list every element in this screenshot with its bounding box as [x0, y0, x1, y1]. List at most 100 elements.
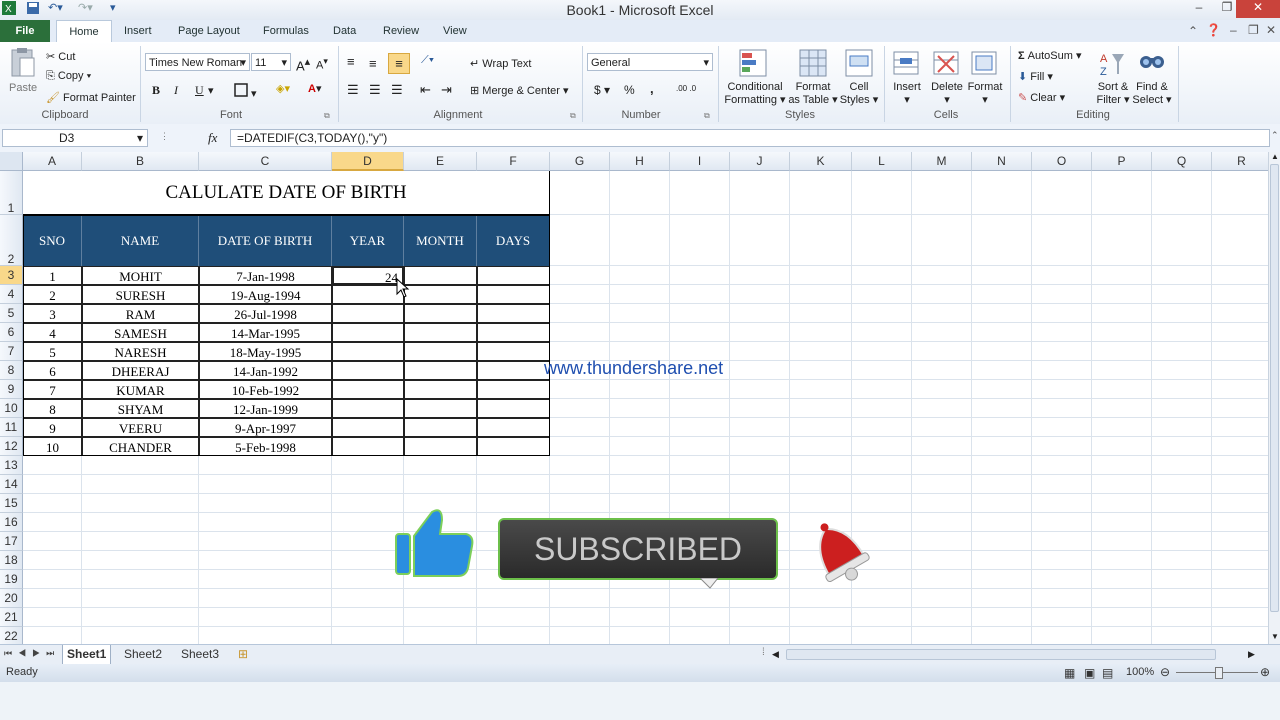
font-dialog-launcher-icon[interactable]: ⧉: [324, 111, 330, 121]
table-cell[interactable]: CHANDER: [82, 437, 199, 456]
worksheet-grid[interactable]: ABCDEFGHIJKLMNOPQR 1 2 3 4 5 6 7 8 9 10 11 12 13 14 15…: [0, 152, 1268, 644]
align-right-icon[interactable]: ☰: [391, 82, 403, 98]
align-middle-icon[interactable]: ≡: [369, 56, 377, 71]
bold-button[interactable]: B: [152, 83, 160, 98]
font-size-select[interactable]: 11 ▾: [251, 53, 291, 71]
decrease-indent-icon[interactable]: ⇤: [420, 82, 431, 98]
alignment-dialog-launcher-icon[interactable]: ⧉: [570, 111, 576, 121]
cell-styles-icon[interactable]: [844, 48, 874, 81]
row-header-6[interactable]: 6: [0, 323, 23, 342]
header-cell-month[interactable]: MONTH: [404, 215, 477, 266]
table-cell[interactable]: DHEERAJ: [82, 361, 199, 380]
row-header-18[interactable]: 18: [0, 551, 23, 570]
column-header-g[interactable]: G: [550, 152, 610, 171]
header-cell-sno[interactable]: SNO: [23, 215, 82, 266]
table-cell[interactable]: [477, 418, 550, 437]
header-cell-date-of-birth[interactable]: DATE OF BIRTH: [199, 215, 332, 266]
align-bottom-icon[interactable]: ≡: [388, 53, 410, 74]
table-cell[interactable]: [477, 266, 550, 285]
table-cell[interactable]: [477, 437, 550, 456]
tab-split-handle[interactable]: ⁞: [762, 647, 765, 658]
tab-home[interactable]: Home: [56, 20, 112, 42]
table-cell[interactable]: 2: [23, 285, 82, 304]
row-header-11[interactable]: 11: [0, 418, 23, 437]
expand-formula-bar-icon[interactable]: ⌃: [1271, 130, 1279, 141]
column-header-m[interactable]: M: [912, 152, 972, 171]
table-cell[interactable]: [332, 323, 404, 342]
align-center-icon[interactable]: ☰: [369, 82, 381, 98]
table-cell[interactable]: 5-Feb-1998: [199, 437, 332, 456]
close-button[interactable]: ✕: [1236, 0, 1280, 18]
grow-font-icon[interactable]: A▴: [296, 55, 310, 73]
zoom-slider-thumb[interactable]: [1215, 667, 1223, 679]
conditional-formatting-icon[interactable]: [738, 48, 768, 81]
number-format-select[interactable]: General ▾: [587, 53, 713, 71]
format-as-table-icon[interactable]: [798, 48, 828, 81]
font-color-icon[interactable]: A▾: [308, 82, 321, 95]
wrap-text-button[interactable]: ↵ Wrap Text: [470, 57, 531, 70]
vertical-scroll-thumb[interactable]: [1270, 164, 1279, 612]
zoom-out-icon[interactable]: ⊖: [1160, 665, 1170, 679]
table-cell[interactable]: 7: [23, 380, 82, 399]
sheet-nav-icons[interactable]: ⏮◀▶⏭: [4, 648, 60, 659]
row-header-8[interactable]: 8: [0, 361, 23, 380]
column-header-l[interactable]: L: [852, 152, 912, 171]
column-header-i[interactable]: I: [670, 152, 730, 171]
align-top-icon[interactable]: ≡: [347, 54, 355, 69]
number-dialog-launcher-icon[interactable]: ⧉: [704, 111, 710, 121]
delete-cells-button[interactable]: Delete ▾: [926, 81, 968, 106]
table-cell[interactable]: [477, 304, 550, 323]
table-cell[interactable]: RAM: [82, 304, 199, 323]
column-header-r[interactable]: R: [1212, 152, 1268, 171]
table-cell[interactable]: [332, 418, 404, 437]
format-cells-icon[interactable]: [970, 48, 1000, 81]
format-cells-button[interactable]: Format ▾: [964, 81, 1006, 106]
table-cell[interactable]: 8: [23, 399, 82, 418]
table-cell[interactable]: [404, 399, 477, 418]
table-cell[interactable]: [477, 285, 550, 304]
table-cell[interactable]: 4: [23, 323, 82, 342]
column-header-a[interactable]: A: [23, 152, 82, 171]
collapse-ribbon-icon[interactable]: ⌃: [1188, 24, 1198, 38]
align-left-icon[interactable]: ☰: [347, 82, 359, 98]
sheet-tab-1[interactable]: Sheet1: [62, 645, 112, 665]
table-cell[interactable]: [332, 380, 404, 399]
name-box[interactable]: D3 ▾: [2, 129, 148, 147]
scroll-down-icon[interactable]: ▼: [1269, 632, 1280, 641]
table-cell[interactable]: [332, 361, 404, 380]
minimize-button[interactable]: –: [1188, 0, 1210, 18]
table-cell[interactable]: 14-Jan-1992: [199, 361, 332, 380]
table-cell[interactable]: 10-Feb-1992: [199, 380, 332, 399]
conditional-formatting-button[interactable]: Conditional Formatting ▾: [724, 81, 786, 106]
table-cell[interactable]: SAMESH: [82, 323, 199, 342]
vertical-scrollbar[interactable]: ▲ ▼: [1268, 152, 1280, 644]
row-header-9[interactable]: 9: [0, 380, 23, 399]
zoom-in-icon[interactable]: ⊕: [1260, 665, 1270, 679]
row-header-22[interactable]: 22: [0, 627, 23, 644]
table-cell[interactable]: 19-Aug-1994: [199, 285, 332, 304]
table-cell[interactable]: NARESH: [82, 342, 199, 361]
sheet-title-cell[interactable]: CALULATE DATE OF BIRTH: [23, 171, 550, 215]
paste-icon[interactable]: [8, 48, 36, 83]
table-cell[interactable]: 18-May-1995: [199, 342, 332, 361]
row-header-4[interactable]: 4: [0, 285, 23, 304]
font-name-select[interactable]: Times New Roman ▾: [145, 53, 250, 71]
sheet-tab-2[interactable]: Sheet2: [120, 645, 166, 664]
find-select-button[interactable]: Find & Select ▾: [1130, 81, 1174, 106]
restore-button[interactable]: ❐: [1216, 0, 1238, 18]
table-cell[interactable]: 9: [23, 418, 82, 437]
table-cell[interactable]: 1: [23, 266, 82, 285]
column-header-o[interactable]: O: [1032, 152, 1092, 171]
table-cell[interactable]: [332, 399, 404, 418]
row-header-19[interactable]: 19: [0, 570, 23, 589]
tab-review[interactable]: Review: [381, 20, 421, 42]
table-cell[interactable]: [477, 380, 550, 399]
table-cell[interactable]: [404, 285, 477, 304]
horizontal-scroll-thumb[interactable]: [786, 649, 1216, 660]
underline-button[interactable]: U: [195, 83, 204, 98]
fill-color-icon[interactable]: ◈▾: [276, 82, 290, 95]
column-header-d[interactable]: D: [332, 152, 404, 171]
borders-icon[interactable]: ▾: [234, 83, 257, 100]
tab-data[interactable]: Data: [331, 20, 358, 42]
table-cell[interactable]: [404, 323, 477, 342]
